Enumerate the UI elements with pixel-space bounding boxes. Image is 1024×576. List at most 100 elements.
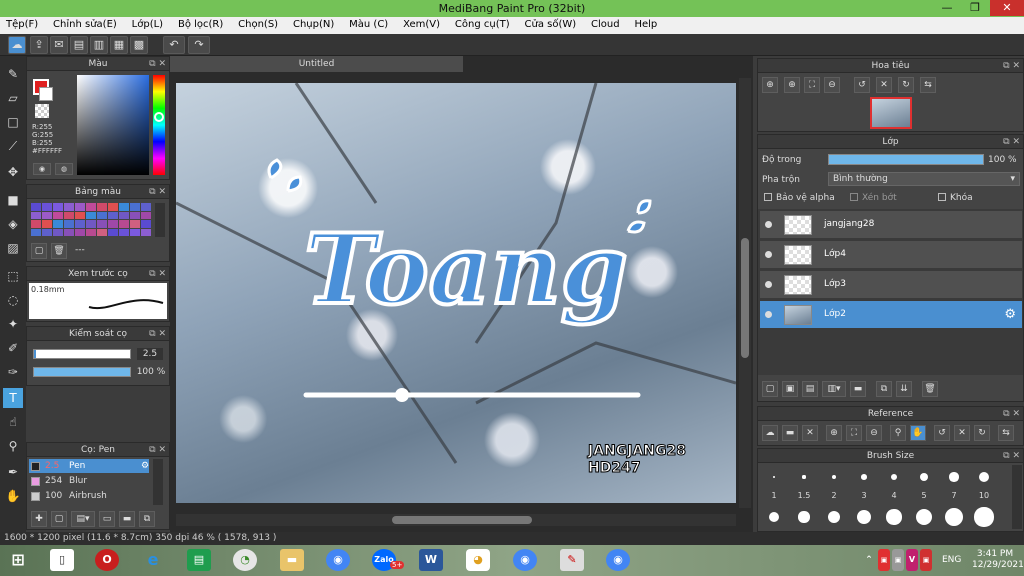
eyedropper-icon[interactable]: ⚲ <box>890 425 906 441</box>
medibang-icon[interactable]: ◕ <box>466 549 490 571</box>
palette-swatch[interactable] <box>64 203 74 211</box>
palette-swatch-grid[interactable] <box>31 203 153 237</box>
restore-button[interactable]: ❐ <box>962 0 988 16</box>
gear-icon[interactable]: ⚙ <box>141 459 149 473</box>
panel-options-icon[interactable]: ⧉ ✕ <box>149 57 166 71</box>
layer-row-jangjang28[interactable]: jangjang28 <box>760 211 1022 239</box>
chat-icon[interactable]: ▤ <box>70 36 88 54</box>
cloud-icon[interactable]: ☁ <box>8 36 26 54</box>
rotate-left-icon[interactable]: ↺ <box>854 77 870 93</box>
brush-folder-icon[interactable]: ▬ <box>119 511 135 527</box>
palette-swatch[interactable] <box>108 211 118 219</box>
close-icon[interactable]: ✕ <box>802 425 818 441</box>
delete-layer-icon[interactable]: 🗑 <box>922 381 938 397</box>
palette-swatch[interactable] <box>108 203 118 211</box>
palette-swatch[interactable] <box>97 211 107 219</box>
share-icon[interactable]: ⇪ <box>30 36 48 54</box>
zoom-in-icon[interactable]: ⊕ <box>762 77 778 93</box>
palette-swatch[interactable] <box>64 211 74 219</box>
brush-size-preview-dot[interactable] <box>920 473 928 481</box>
brush-size-large-dot[interactable] <box>798 511 810 523</box>
file-explorer-icon[interactable]: ▬ <box>280 549 304 571</box>
delete-palette-icon[interactable]: 🗑 <box>51 243 67 259</box>
app-icon[interactable]: ✎ <box>560 549 584 571</box>
vertical-scrollbar[interactable] <box>739 78 751 508</box>
menu-file[interactable]: Tệp(F) <box>0 17 44 30</box>
vertical-scroll-thumb[interactable] <box>741 238 749 358</box>
fit-icon[interactable]: ⛶ <box>846 425 862 441</box>
new-halftone-layer-icon[interactable]: ▣ <box>782 381 798 397</box>
internet-explorer-icon[interactable]: e <box>141 549 165 571</box>
palette-swatch[interactable] <box>97 203 107 211</box>
palette-swatch[interactable] <box>97 220 107 228</box>
merge-layer-icon[interactable]: ⇊ <box>896 381 912 397</box>
language-indicator[interactable]: ENG <box>942 555 961 565</box>
chrome-icon[interactable]: ◉ <box>606 549 630 571</box>
brush-item-airbrush[interactable]: 100 Airbrush <box>29 489 149 503</box>
rectangle-tool-icon[interactable]: □ <box>3 112 23 132</box>
menu-select[interactable]: Chọn(S) <box>232 17 284 30</box>
palette-swatch[interactable] <box>75 203 85 211</box>
reset-icon[interactable]: ✕ <box>954 425 970 441</box>
brush-size-preview-dot[interactable] <box>861 474 867 480</box>
palette-swatch[interactable] <box>31 203 41 211</box>
brush-size-large-dot[interactable] <box>974 507 994 527</box>
palette-swatch[interactable] <box>119 211 129 219</box>
horizontal-scroll-thumb[interactable] <box>392 516 532 524</box>
palette-swatch[interactable] <box>141 203 151 211</box>
palette-swatch[interactable] <box>31 211 41 219</box>
palette-scrollbar[interactable] <box>155 203 165 237</box>
new-layer-icon[interactable]: ▢ <box>762 381 778 397</box>
palette-swatch[interactable] <box>86 211 96 219</box>
store-icon[interactable]: ▤ <box>187 549 211 571</box>
palette-swatch[interactable] <box>86 220 96 228</box>
brush-size-preview-dot[interactable] <box>949 472 959 482</box>
brush-size-preview-dot[interactable] <box>890 473 898 481</box>
brush-size-large-dot[interactable] <box>769 512 779 522</box>
brush-size-value[interactable]: 2.5 <box>137 348 163 360</box>
palette-swatch[interactable] <box>130 228 140 236</box>
palette-swatch[interactable] <box>53 203 63 211</box>
panel-options-icon[interactable]: ⧉ ✕ <box>1003 135 1020 149</box>
comment-icon[interactable]: ✉ <box>50 36 68 54</box>
brush-item-pen[interactable]: 2.5 Pen ⚙ <box>29 459 149 473</box>
palette-swatch[interactable] <box>53 211 63 219</box>
palette-swatch[interactable] <box>97 228 107 236</box>
eye-icon[interactable] <box>765 251 772 258</box>
layer-row-lop4[interactable]: Lớp4 <box>760 241 1022 269</box>
bucket-tool-icon[interactable]: ◈ <box>3 214 23 234</box>
close-button[interactable]: ✕ <box>990 0 1024 16</box>
tray-up-icon[interactable]: ⌃ <box>862 549 876 571</box>
menu-color[interactable]: Màu (C) <box>343 17 394 30</box>
palette-swatch[interactable] <box>141 220 151 228</box>
blend-mode-select[interactable]: Bình thường ▾ <box>828 172 1020 186</box>
clipping-checkbox[interactable]: Xén bớt <box>850 193 897 203</box>
text-tool-icon[interactable]: T <box>3 388 23 408</box>
hand-tool-icon[interactable]: ✋ <box>3 486 23 506</box>
panel-options-icon[interactable]: ⧉ ✕ <box>1003 407 1020 421</box>
palette-swatch[interactable] <box>42 228 52 236</box>
brush-opacity-slider[interactable] <box>33 367 131 377</box>
brush-item-blur[interactable]: 254 Blur <box>29 474 149 488</box>
palette-swatch[interactable] <box>42 220 52 228</box>
gear-icon[interactable]: ⚙ <box>1004 307 1016 322</box>
palette-swatch[interactable] <box>130 220 140 228</box>
brush-size-large-dot[interactable] <box>827 510 841 524</box>
palette-swatch[interactable] <box>130 211 140 219</box>
brush-menu-icon[interactable]: ▤▾ <box>71 511 95 527</box>
brush-size-large-dot[interactable] <box>886 509 902 525</box>
chrome-icon[interactable]: ◉ <box>326 549 350 571</box>
flip-icon[interactable]: ⇆ <box>998 425 1014 441</box>
new-palette-icon[interactable]: ▢ <box>31 243 47 259</box>
undo-icon[interactable]: ↶ <box>163 36 185 54</box>
minimize-button[interactable]: — <box>934 0 960 16</box>
panel-options-icon[interactable]: ⧉ ✕ <box>149 327 166 341</box>
palette-swatch[interactable] <box>53 228 63 236</box>
zoom-in-icon[interactable]: ⊕ <box>784 77 800 93</box>
palette-swatch[interactable] <box>42 211 52 219</box>
brush-size-large-dot[interactable] <box>915 508 933 526</box>
zoom-out-icon[interactable]: ⊖ <box>824 77 840 93</box>
eye-icon[interactable] <box>765 311 772 318</box>
pen-tool-icon[interactable]: ✒ <box>3 462 23 482</box>
palette-swatch[interactable] <box>141 228 151 236</box>
